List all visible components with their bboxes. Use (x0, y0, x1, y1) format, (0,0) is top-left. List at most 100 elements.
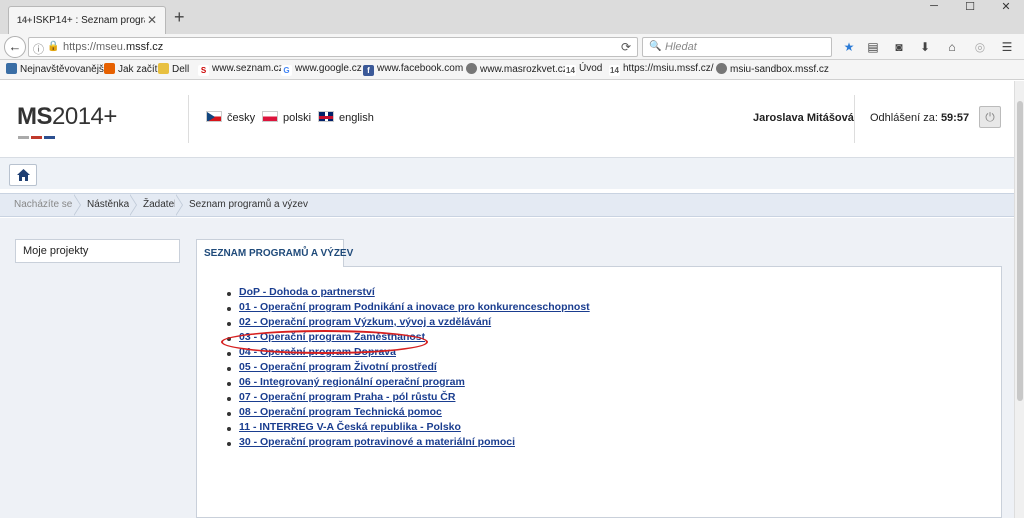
facebook-icon: f (363, 65, 374, 76)
seznam-icon: S (198, 65, 209, 76)
minimize-icon[interactable]: ─ (916, 0, 952, 18)
globe-icon (466, 63, 477, 74)
search-placeholder: Hledat (665, 41, 697, 53)
scroll-thumb[interactable] (1017, 101, 1023, 401)
bookmark-item[interactable]: f www.facebook.com (363, 63, 463, 76)
new-tab-icon[interactable]: + (174, 8, 185, 26)
back-icon[interactable]: ← (4, 36, 26, 58)
sidebar-item-my-projects[interactable]: Moje projekty (15, 239, 180, 263)
lang-pl[interactable]: polski (262, 111, 311, 124)
download-icon[interactable]: ⬇ (916, 39, 934, 55)
reload-icon[interactable]: ⟳ (621, 40, 631, 54)
program-list: DoP - Dohoda o partnerství 01 - Operační… (227, 286, 590, 451)
lang-en[interactable]: english (318, 111, 374, 124)
list-item: 30 - Operační program potravinové a mate… (227, 436, 590, 451)
programs-panel: DoP - Dohoda o partnerství 01 - Operační… (196, 266, 1002, 518)
pocket-icon[interactable]: ◙ (890, 39, 908, 55)
program-link[interactable]: 30 - Operační program potravinové a mate… (239, 436, 515, 448)
reading-list-icon[interactable]: ▤ (864, 39, 882, 55)
lang-cz[interactable]: česky (206, 111, 255, 124)
bookmark-item[interactable]: Gwww.google.cz (281, 63, 362, 76)
page: MS2014+ česky polski english Jaroslava M… (0, 81, 1014, 518)
close-window-icon[interactable]: ✕ (988, 0, 1024, 18)
list-item: 07 - Operační program Praha - pól růstu … (227, 391, 590, 406)
breadcrumb: Nacházíte se: Nástěnka Žadatel Seznam pr… (0, 193, 1014, 217)
browser-tab[interactable]: 14+ ISKP14+ : Seznam progra... ✕ (8, 6, 166, 34)
program-link[interactable]: 05 - Operační program Životní prostředí (239, 361, 437, 373)
program-link[interactable]: 07 - Operační program Praha - pól růstu … (239, 391, 455, 403)
breadcrumb-item-nastenka[interactable]: Nástěnka (87, 199, 129, 210)
czech-flag-icon (206, 111, 222, 122)
breadcrumb-separator (73, 194, 82, 216)
list-item: 11 - INTERREG V-A Česká republika - Pols… (227, 421, 590, 436)
logout-power-icon[interactable]: ⏻ (979, 106, 1001, 128)
bookmark-item[interactable]: Jak začít (104, 63, 157, 75)
program-link[interactable]: DoP - Dohoda o partnerství (239, 286, 375, 298)
divider (188, 95, 189, 143)
bookmark-item[interactable]: www.masrozkvet.cz (466, 63, 568, 75)
program-link[interactable]: 01 - Operační program Podnikání a inovac… (239, 301, 590, 313)
firefox-icon (104, 63, 115, 74)
bookmarks-bar: Nejnavštěvovanější Jak začít Dell Swww.s… (0, 60, 1024, 80)
site-header: MS2014+ česky polski english Jaroslava M… (0, 81, 1014, 157)
sync-icon[interactable]: ◎ (971, 39, 989, 55)
polish-flag-icon (262, 111, 278, 122)
logout-timer: Odhlášení za: 59:57 (870, 112, 970, 124)
list-item: 06 - Integrovaný regionální operační pro… (227, 376, 590, 391)
user-name[interactable]: Jaroslava Mitášová (753, 112, 854, 124)
list-item: 02 - Operační program Výzkum, vývoj a vz… (227, 316, 590, 331)
list-item: 01 - Operační program Podnikání a inovac… (227, 301, 590, 316)
url-bar[interactable]: ⓘ 🔒 https://mseu.mssf.cz ⟳ (28, 37, 638, 57)
breadcrumb-label: Nacházíte se: (14, 199, 76, 210)
site-logo[interactable]: MS2014+ (17, 103, 117, 131)
program-link[interactable]: 11 - INTERREG V-A Česká republika - Pols… (239, 421, 461, 433)
divider (854, 95, 855, 143)
uk-flag-icon (318, 111, 334, 122)
ms14-favicon-icon: 14+ (17, 15, 33, 25)
home-browser-icon[interactable]: ⌂ (943, 39, 961, 55)
info-icon[interactable]: ⓘ (33, 41, 44, 57)
tab-programs-calls[interactable]: SEZNAM PROGRAMŮ A VÝZEV (196, 239, 353, 267)
tab-title: ISKP14+ : Seznam progra... (33, 15, 145, 26)
bookmark-item[interactable]: Dell (158, 63, 189, 75)
bookmark-item[interactable]: 14 Úvod (565, 63, 602, 76)
breadcrumb-separator (175, 194, 184, 216)
bookmark-item[interactable]: Swww.seznam.cz (198, 63, 284, 76)
list-item: 08 - Operační program Technická pomoc (227, 406, 590, 421)
program-link[interactable]: 08 - Operační program Technická pomoc (239, 406, 442, 418)
toolbar (0, 157, 1014, 189)
home-icon (17, 169, 30, 181)
breadcrumb-separator (129, 194, 138, 216)
breadcrumb-item-zadatel[interactable]: Žadatel (143, 199, 176, 210)
menu-icon[interactable]: ☰ (998, 39, 1016, 55)
globe-icon (716, 63, 727, 74)
window-controls: ─ ☐ ✕ (914, 0, 1024, 34)
list-item: 05 - Operační program Životní prostředí (227, 361, 590, 376)
maximize-icon[interactable]: ☐ (952, 0, 988, 18)
ms14-icon: 14 (565, 65, 576, 76)
bookmark-star-icon[interactable]: ★ (840, 39, 858, 55)
main-content: Moje projekty SEZNAM PROGRAMŮ A VÝZEV Do… (0, 218, 1014, 518)
list-item: DoP - Dohoda o partnerství (227, 286, 590, 301)
bookmark-item[interactable]: 14 https://msiu.mssf.cz/ (609, 63, 714, 76)
program-link[interactable]: 02 - Operační program Výzkum, vývoj a vz… (239, 316, 491, 328)
bookmark-item[interactable]: Nejnavštěvovanější (6, 63, 107, 75)
browser-tabstrip: 14+ ISKP14+ : Seznam progra... ✕ + ─ ☐ ✕ (0, 0, 1024, 34)
google-icon: G (281, 65, 292, 76)
logo-bars (18, 130, 58, 139)
program-link[interactable]: 06 - Integrovaný regionální operační pro… (239, 376, 465, 388)
url-text[interactable]: https://mseu.mssf.cz (63, 41, 163, 53)
search-icon: 🔍 (649, 41, 662, 52)
ms14-icon: 14 (609, 65, 620, 76)
lock-icon: 🔒 (47, 41, 60, 52)
highlight-ellipse (221, 330, 428, 354)
breadcrumb-item-current: Seznam programů a výzev (189, 199, 308, 210)
home-button[interactable] (9, 164, 37, 186)
browser-navbar: ← ⓘ 🔒 https://mseu.mssf.cz ⟳ 🔍 Hledat ★ … (0, 34, 1024, 60)
search-input[interactable]: 🔍 Hledat (642, 37, 832, 57)
folder-icon (158, 63, 169, 74)
bookmark-item[interactable]: msiu-sandbox.mssf.cz (716, 63, 829, 75)
bookmark-icon (6, 63, 17, 74)
page-scrollbar[interactable] (1014, 81, 1024, 518)
close-tab-icon[interactable]: ✕ (147, 13, 157, 27)
